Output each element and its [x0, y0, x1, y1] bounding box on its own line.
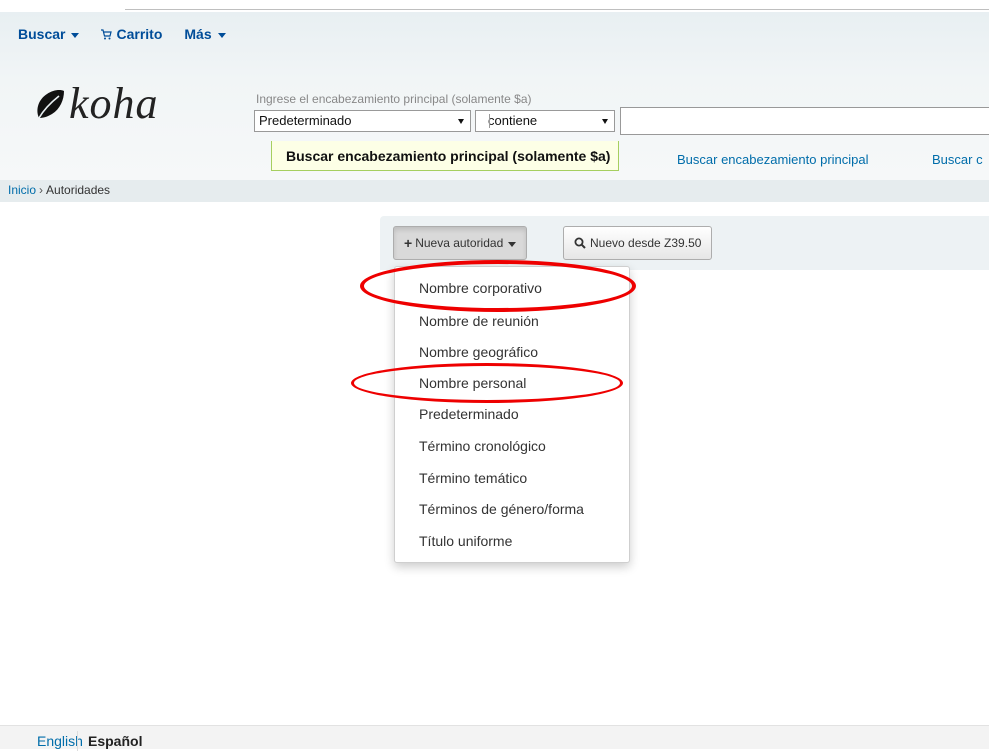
menu-item-uniform-title[interactable]: Título uniforme [419, 532, 512, 550]
search-type-select[interactable]: Predeterminado [254, 110, 471, 132]
breadcrumb-separator: › [39, 183, 44, 197]
menu-item-corporate-name[interactable]: Nombre corporativo [419, 279, 542, 297]
top-navigation: Buscar Carrito Más [18, 26, 248, 42]
koha-logo[interactable]: koha [33, 82, 159, 126]
tab-main-heading[interactable]: Buscar encabezamiento principal [677, 141, 869, 179]
search-input[interactable] [620, 107, 989, 135]
language-footer: English Español [0, 725, 989, 751]
search-operator-value: contiene [488, 113, 538, 128]
chevron-down-icon [508, 241, 517, 247]
new-authority-label: Nueva autoridad [415, 236, 504, 250]
new-from-z3950-button[interactable]: Nuevo desde Z39.50 [563, 226, 713, 260]
cart-label: Carrito [116, 26, 163, 42]
cart-link[interactable]: Carrito [101, 26, 162, 42]
more-menu-label: Más [184, 26, 212, 42]
language-divider [77, 731, 78, 751]
search-type-value: Predeterminado [259, 113, 352, 128]
dropdown-arrow-icon [458, 119, 464, 124]
plus-icon: + [404, 235, 413, 251]
cart-icon [101, 28, 113, 39]
tab-main-heading-a[interactable]: Buscar encabezamiento principal (solamen… [271, 141, 620, 171]
menu-item-genre-form-terms[interactable]: Términos de género/forma [419, 500, 584, 518]
breadcrumb-home-link[interactable]: Inicio [8, 183, 36, 197]
chevron-down-icon [217, 32, 226, 38]
toolbar: + Nueva autoridad Nuevo desde Z39.50 [380, 216, 989, 270]
search-operator-select[interactable]: contiene [475, 110, 615, 132]
search-icon [574, 237, 586, 249]
menu-item-chronological-term[interactable]: Término cronológico [419, 437, 546, 455]
koha-leaf-icon [37, 90, 64, 119]
breadcrumb-current: Autoridades [46, 183, 111, 197]
new-authority-button[interactable]: + Nueva autoridad [393, 226, 528, 260]
more-menu[interactable]: Más [184, 26, 226, 42]
tab-other-search[interactable]: Buscar c [932, 141, 983, 179]
menu-item-meeting-name[interactable]: Nombre de reunión [419, 312, 539, 330]
search-menu-label: Buscar [18, 26, 66, 42]
top-rule [0, 0, 989, 12]
logo-text: koha [69, 79, 159, 128]
search-tabs: Buscar encabezamiento principal (solamen… [0, 141, 989, 171]
menu-item-default[interactable]: Predeterminado [419, 405, 519, 423]
search-menu[interactable]: Buscar [18, 26, 80, 42]
menu-item-topical-term[interactable]: Término temático [419, 469, 527, 487]
new-from-z3950-label: Nuevo desde Z39.50 [590, 236, 702, 250]
menu-item-personal-name[interactable]: Nombre personal [419, 374, 526, 392]
chevron-down-icon [71, 32, 80, 38]
search-hint: Ingrese el encabezamiento principal (sol… [256, 92, 532, 106]
language-spanish-current: Español [88, 733, 143, 749]
menu-item-geographic-name[interactable]: Nombre geográfico [419, 343, 538, 361]
dropdown-arrow-icon [602, 119, 608, 124]
breadcrumb: Inicio › Autoridades [0, 180, 989, 202]
header: Buscar Carrito Más koha Ingrese el encab… [0, 12, 989, 180]
new-authority-dropdown: Nombre corporativo Nombre de reunión Nom… [394, 266, 630, 563]
